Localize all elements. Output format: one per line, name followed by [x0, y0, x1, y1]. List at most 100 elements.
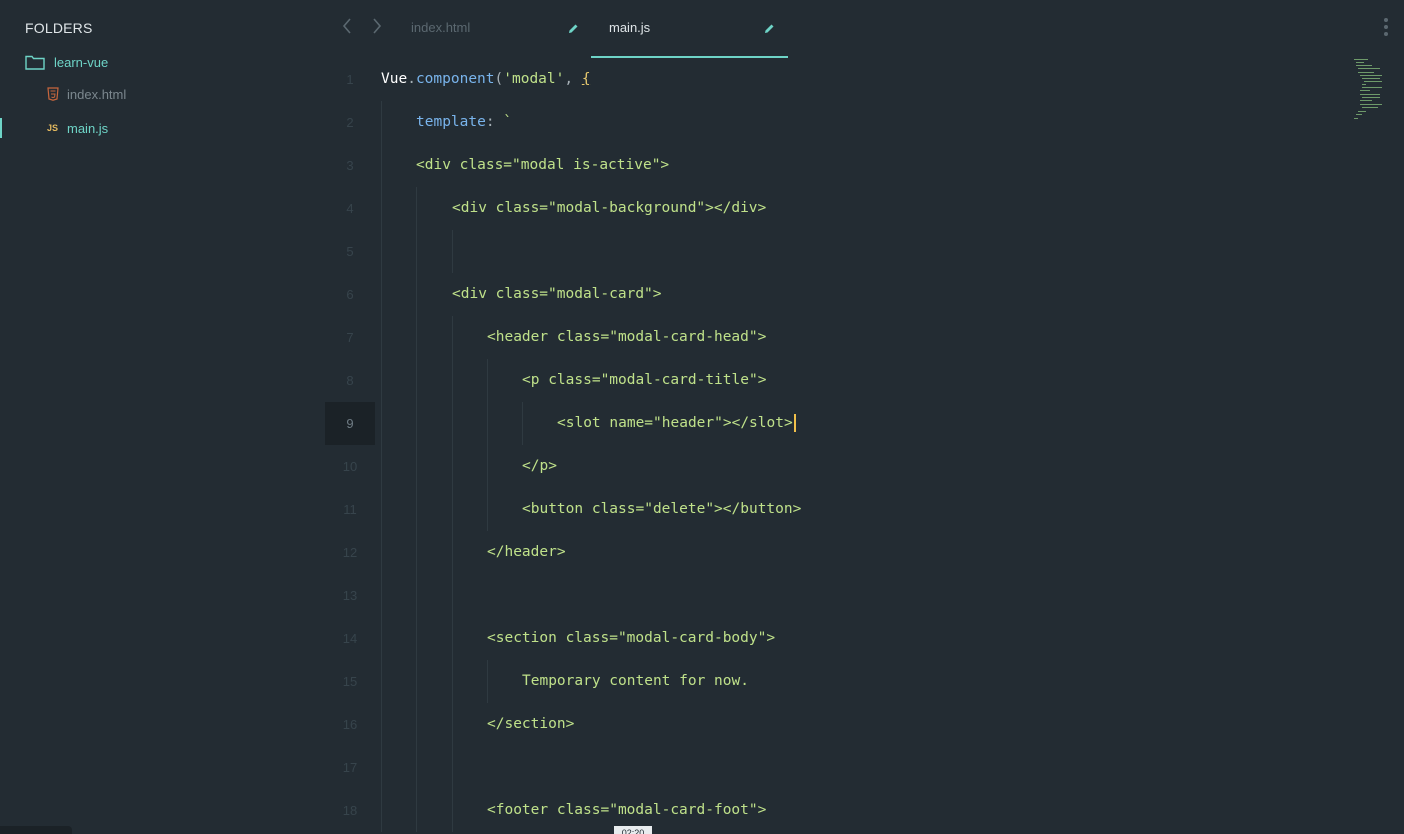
indent-guide — [452, 703, 453, 746]
code-token: component — [415, 71, 495, 87]
indent-guide — [452, 402, 453, 445]
indent-guide — [452, 445, 453, 488]
minimap-line — [1362, 87, 1382, 88]
indent-guide — [381, 617, 382, 660]
line-number: 15 — [342, 674, 358, 689]
code-token: Vue — [381, 71, 408, 87]
indent-guide — [416, 660, 417, 703]
code-editor[interactable]: 1 Vue.component('modal', { 2 template: `… — [325, 58, 1404, 834]
code-token: ` — [494, 114, 513, 130]
tab-main-js[interactable]: main.js — [591, 0, 788, 58]
indent-guide — [416, 574, 417, 617]
indent-guide — [381, 746, 382, 789]
line-number: 2 — [346, 115, 354, 130]
indent-guide — [416, 789, 417, 832]
pencil-icon[interactable] — [567, 22, 579, 34]
code-text: <div class="modal is-active"> — [416, 157, 670, 173]
editor-window: FOLDERS learn-vue index.html JS main.js — [0, 0, 1404, 834]
js-file-icon: JS — [47, 123, 59, 133]
line-number: 4 — [346, 201, 354, 216]
indent-guide — [381, 187, 382, 230]
sidebar-title: FOLDERS — [25, 20, 93, 36]
pencil-icon[interactable] — [763, 22, 775, 34]
indent-guide — [416, 703, 417, 746]
indent-guide — [487, 488, 488, 531]
folder-label: learn-vue — [54, 54, 109, 70]
code-token: { — [581, 71, 591, 87]
indent-guide — [487, 445, 488, 488]
code-text: </p> — [522, 458, 557, 474]
indent-guide — [381, 574, 382, 617]
indent-guide — [381, 488, 382, 531]
indent-guide — [452, 574, 453, 617]
kebab-menu-icon[interactable] — [1382, 18, 1390, 38]
file-index-html[interactable]: index.html — [0, 80, 325, 108]
code-text: </header> — [487, 544, 566, 560]
indent-guide — [381, 402, 382, 445]
code-text: </section> — [487, 716, 575, 732]
line-number: 13 — [342, 588, 358, 603]
indent-guide — [452, 359, 453, 402]
indent-guide — [381, 660, 382, 703]
indent-guide — [452, 316, 453, 359]
code-token: template — [416, 114, 486, 130]
minimap-line — [1362, 107, 1378, 108]
minimap-line — [1358, 72, 1374, 73]
indent-guide — [487, 402, 488, 445]
code-text: <div class="modal-background"></div> — [452, 200, 767, 216]
code-text: <div class="modal-card"> — [452, 286, 662, 302]
sidebar: FOLDERS learn-vue index.html JS main.js — [0, 0, 325, 834]
code-token: : — [485, 114, 495, 130]
code-line: 15 Temporary content for now. — [325, 660, 1325, 703]
code-line: 2 template: ` — [325, 101, 1325, 144]
indent-guide — [487, 359, 488, 402]
line-number: 3 — [346, 158, 354, 173]
line-number: 17 — [342, 760, 358, 775]
code-text: <section class="modal-card-body"> — [487, 630, 776, 646]
minimap-line — [1356, 65, 1372, 66]
code-text: <button class="delete"></button> — [522, 501, 802, 517]
minimap[interactable] — [1352, 56, 1392, 126]
code-line: 1 Vue.component('modal', { — [325, 58, 1325, 101]
line-number: 8 — [346, 373, 354, 388]
code-line: 14 <section class="modal-card-body"> — [325, 617, 1325, 660]
code-line: 4 <div class="modal-background"></div> — [325, 187, 1325, 230]
code-text: Vue.component('modal', { — [381, 58, 591, 101]
indent-guide — [452, 746, 453, 789]
indent-guide — [522, 402, 523, 445]
indent-guide — [381, 789, 382, 832]
indent-guide — [416, 359, 417, 402]
bottom-left-pill — [0, 826, 72, 834]
code-line: 11 <button class="delete"></button> — [325, 488, 1325, 531]
tab-label: index.html — [411, 20, 471, 35]
code-text: template: ` — [416, 101, 512, 144]
indent-guide — [416, 316, 417, 359]
indent-guide — [381, 144, 382, 187]
indent-guide — [416, 531, 417, 574]
active-file-marker — [0, 118, 2, 138]
tab-bar: index.html main.js — [325, 0, 1404, 58]
indent-guide — [416, 488, 417, 531]
minimap-line — [1360, 100, 1372, 101]
tab-index-html[interactable]: index.html — [393, 0, 589, 58]
chevron-right-icon[interactable] — [369, 18, 385, 38]
indent-guide — [416, 445, 417, 488]
code-token: . — [407, 71, 416, 87]
minimap-line — [1354, 118, 1358, 119]
code-token: 'modal' — [503, 71, 565, 87]
minimap-line — [1360, 104, 1382, 105]
line-number: 14 — [342, 631, 358, 646]
folder-learn-vue[interactable]: learn-vue — [0, 48, 325, 76]
indent-guide — [452, 531, 453, 574]
code-text: Temporary content for now. — [522, 673, 749, 689]
indent-guide — [416, 230, 417, 273]
code-line: 13 — [325, 574, 1325, 617]
chevron-left-icon[interactable] — [339, 18, 355, 38]
indent-guide — [416, 617, 417, 660]
indent-guide — [416, 746, 417, 789]
minimap-line — [1362, 78, 1380, 79]
line-number: 6 — [346, 287, 354, 302]
code-line: 17 — [325, 746, 1325, 789]
file-main-js[interactable]: JS main.js — [0, 114, 325, 142]
line-number: 16 — [342, 717, 358, 732]
